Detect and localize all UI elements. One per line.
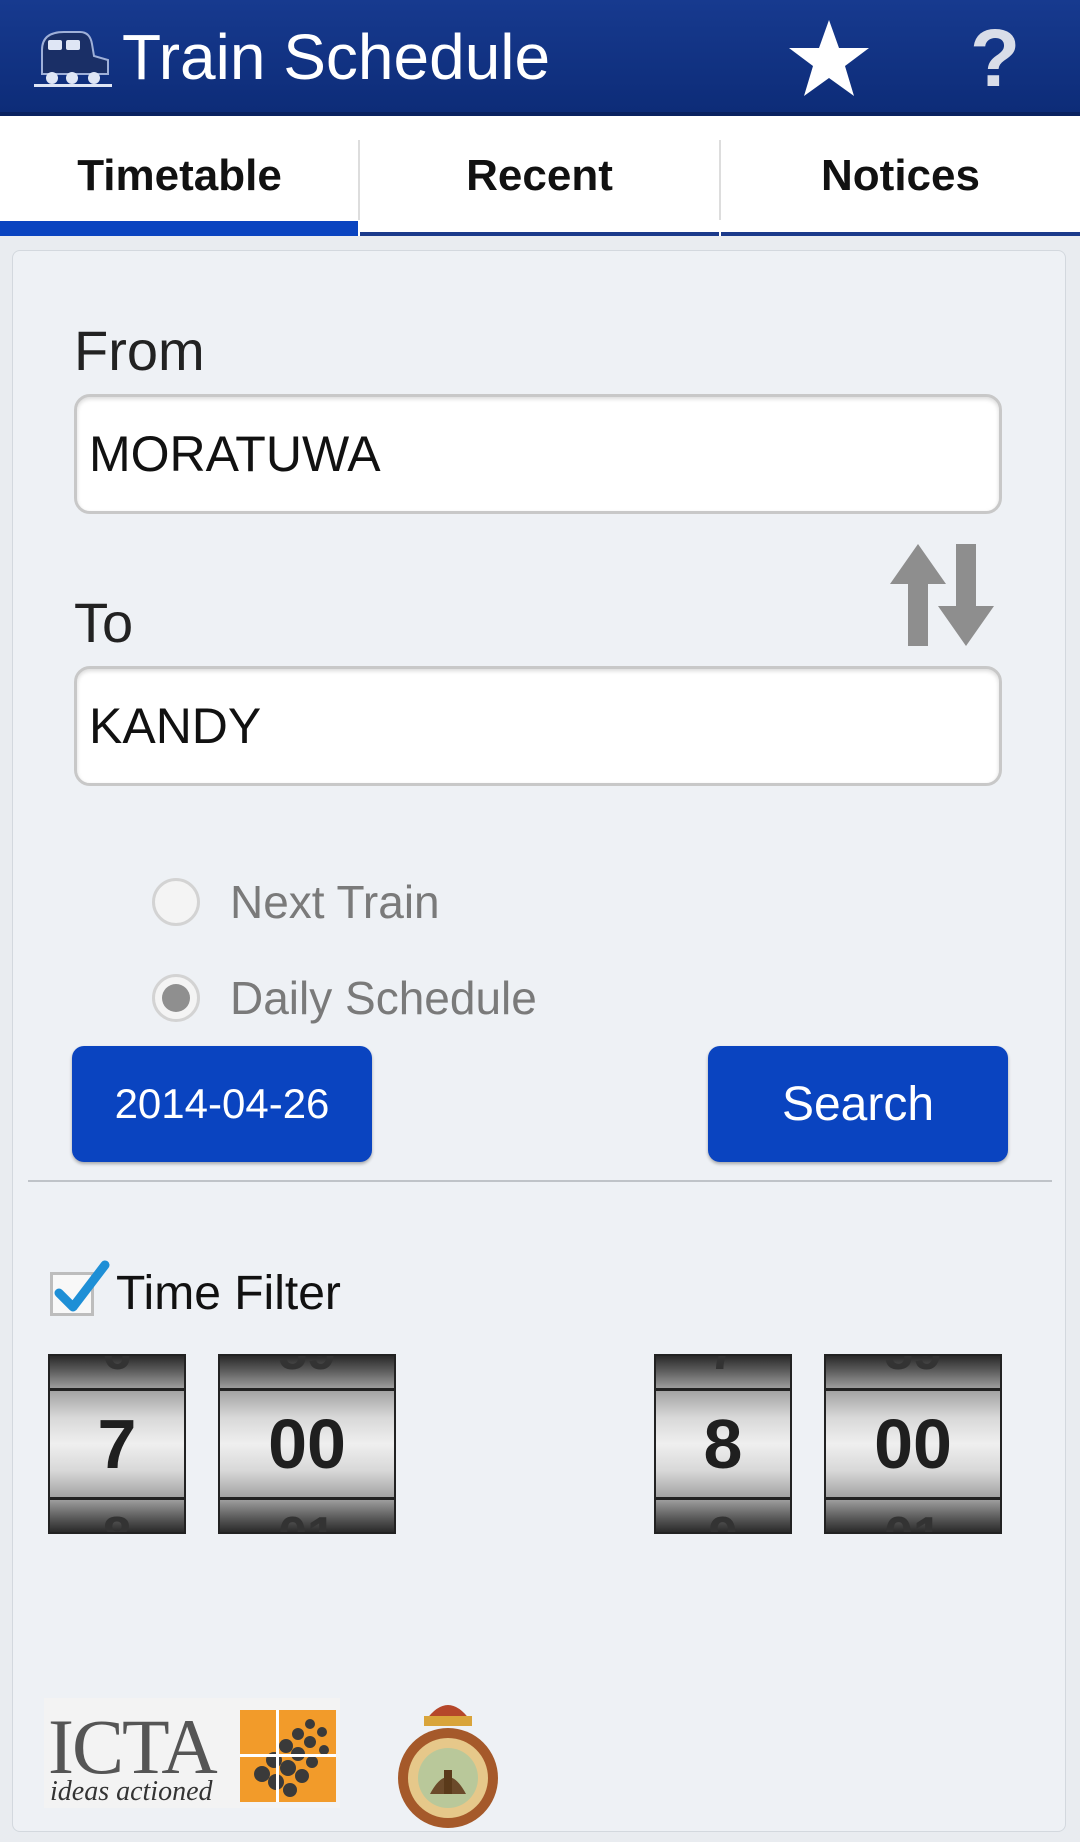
picker-band xyxy=(50,1497,184,1500)
train-icon xyxy=(34,31,112,87)
radio-button[interactable] xyxy=(152,878,200,926)
radio-daily-schedule[interactable]: Daily Schedule xyxy=(152,968,537,1028)
to-field[interactable] xyxy=(74,666,1002,786)
picker-prev-value: 7 xyxy=(656,1356,790,1382)
picker-value: 8 xyxy=(703,1405,743,1483)
railway-emblem-icon xyxy=(398,1705,498,1828)
tab-active-indicator xyxy=(0,221,358,236)
picker-next-value: 8 xyxy=(50,1506,184,1532)
picker-value: 7 xyxy=(97,1405,137,1483)
radio-dot xyxy=(162,984,190,1012)
time-filter-label: Time Filter xyxy=(116,1267,341,1320)
icta-tagline: ideas actioned xyxy=(50,1776,213,1807)
tab-timetable[interactable]: Timetable xyxy=(0,116,359,236)
picker-band xyxy=(220,1388,394,1391)
to-hour-picker[interactable]: 7 8 9 xyxy=(654,1354,792,1534)
time-filter-checkbox-row[interactable]: Time Filter xyxy=(50,1260,341,1321)
from-label: From xyxy=(74,319,205,382)
picker-band xyxy=(826,1497,1000,1500)
from-input[interactable] xyxy=(77,397,999,511)
help-icon[interactable]: ? xyxy=(970,12,1020,106)
picker-value: 00 xyxy=(874,1405,952,1483)
swap-arrows-icon[interactable] xyxy=(888,540,996,650)
to-minute-picker[interactable]: 59 00 01 xyxy=(824,1354,1002,1534)
tab-underline xyxy=(721,232,1080,236)
picker-prev-value: 59 xyxy=(220,1356,394,1382)
to-input[interactable] xyxy=(77,669,999,783)
picker-next-value: 9 xyxy=(656,1506,790,1532)
picker-next-value: 01 xyxy=(826,1506,1000,1532)
checkmark-icon xyxy=(54,1260,110,1311)
icta-mark-icon xyxy=(240,1710,336,1802)
to-label: To xyxy=(74,591,134,654)
tab-recent[interactable]: Recent xyxy=(360,116,719,236)
radio-label: Next Train xyxy=(230,876,440,928)
picker-band xyxy=(656,1388,790,1391)
picker-next-value: 01 xyxy=(220,1506,394,1532)
divider xyxy=(28,1180,1052,1182)
picker-band xyxy=(50,1388,184,1391)
from-hour-picker[interactable]: 6 7 8 xyxy=(48,1354,186,1534)
picker-band xyxy=(220,1497,394,1500)
star-icon[interactable] xyxy=(786,18,872,98)
radio-button-selected[interactable] xyxy=(152,974,200,1022)
picker-band xyxy=(826,1388,1000,1391)
radio-next-train[interactable]: Next Train xyxy=(152,872,440,932)
picker-prev-value: 6 xyxy=(50,1356,184,1382)
radio-label: Daily Schedule xyxy=(230,972,537,1024)
from-minute-picker[interactable]: 59 00 01 xyxy=(218,1354,396,1534)
date-button[interactable]: 2014-04-26 xyxy=(72,1046,372,1162)
picker-prev-value: 59 xyxy=(826,1356,1000,1382)
search-button[interactable]: Search xyxy=(708,1046,1008,1162)
picker-band xyxy=(656,1497,790,1500)
app-bar: Train Schedule ? xyxy=(0,0,1080,116)
picker-value: 00 xyxy=(268,1405,346,1483)
tab-bar: Timetable Recent Notices xyxy=(0,116,1080,236)
icta-logo: ICTA ideas actioned xyxy=(44,1698,340,1808)
from-field[interactable] xyxy=(74,394,1002,514)
time-filter-checkbox[interactable] xyxy=(50,1260,110,1316)
app-title: Train Schedule xyxy=(122,21,551,93)
tab-notices[interactable]: Notices xyxy=(721,116,1080,236)
tab-underline xyxy=(360,232,719,236)
